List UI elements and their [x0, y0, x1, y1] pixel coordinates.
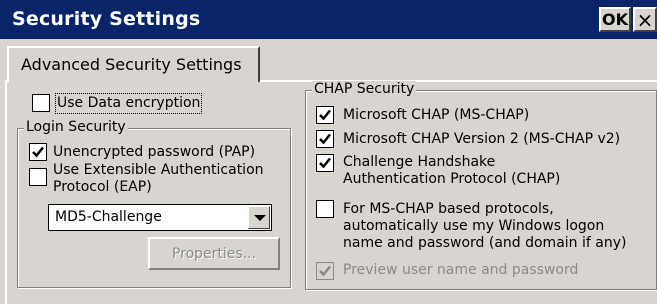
- check-icon: [319, 109, 331, 121]
- ok-button[interactable]: OK: [599, 7, 631, 32]
- windows-logon-label-line3[interactable]: name and password (and domain if any): [343, 235, 626, 252]
- check-icon: [32, 146, 44, 158]
- ms-chap-v2-label[interactable]: Microsoft CHAP Version 2 (MS-CHAP v2): [343, 131, 620, 148]
- tab-label: Advanced Security Settings: [21, 55, 242, 74]
- pap-checkbox[interactable]: [29, 143, 47, 161]
- data-encryption-checkbox[interactable]: [32, 94, 50, 112]
- check-icon: [319, 265, 331, 277]
- tab-advanced-security-settings[interactable]: Advanced Security Settings: [7, 46, 260, 82]
- ms-chap-label[interactable]: Microsoft CHAP (MS-CHAP): [343, 107, 529, 124]
- preview-checkbox[interactable]: [316, 262, 334, 280]
- windows-logon-label-line1[interactable]: For MS-CHAP based protocols,: [343, 201, 554, 218]
- chevron-down-icon: [254, 215, 266, 221]
- eap-type-value: MD5-Challenge: [55, 209, 162, 225]
- eap-label-line2[interactable]: Protocol (EAP): [53, 179, 152, 196]
- eap-checkbox[interactable]: [29, 168, 47, 186]
- data-encryption-label[interactable]: Use Data encryption: [54, 93, 203, 114]
- eap-type-dropdown[interactable]: MD5-Challenge: [48, 204, 272, 231]
- dropdown-button[interactable]: [248, 206, 270, 229]
- windows-logon-label-line2[interactable]: automatically use my Windows logon: [343, 218, 604, 235]
- window-title: Security Settings: [12, 8, 201, 30]
- windows-logon-checkbox[interactable]: [316, 200, 334, 218]
- ms-chap-checkbox[interactable]: [316, 106, 334, 124]
- chap-label-line2[interactable]: Authentication Protocol (CHAP): [343, 171, 560, 188]
- check-icon: [319, 157, 331, 169]
- properties-button[interactable]: Properties...: [148, 237, 280, 270]
- pap-label[interactable]: Unencrypted password (PAP): [53, 144, 255, 161]
- preview-label[interactable]: Preview user name and password: [343, 262, 578, 279]
- title-bar: Security Settings OK ×: [0, 0, 657, 39]
- ms-chap-v2-checkbox[interactable]: [316, 130, 334, 148]
- chap-label-line1[interactable]: Challenge Handshake: [343, 154, 495, 171]
- chap-security-title: CHAP Security: [312, 81, 417, 97]
- chap-checkbox[interactable]: [316, 154, 334, 172]
- close-icon: ×: [636, 7, 654, 32]
- eap-label-line1[interactable]: Use Extensible Authentication: [53, 162, 264, 179]
- login-security-title: Login Security: [24, 119, 128, 135]
- check-icon: [319, 133, 331, 145]
- close-button[interactable]: ×: [633, 7, 657, 32]
